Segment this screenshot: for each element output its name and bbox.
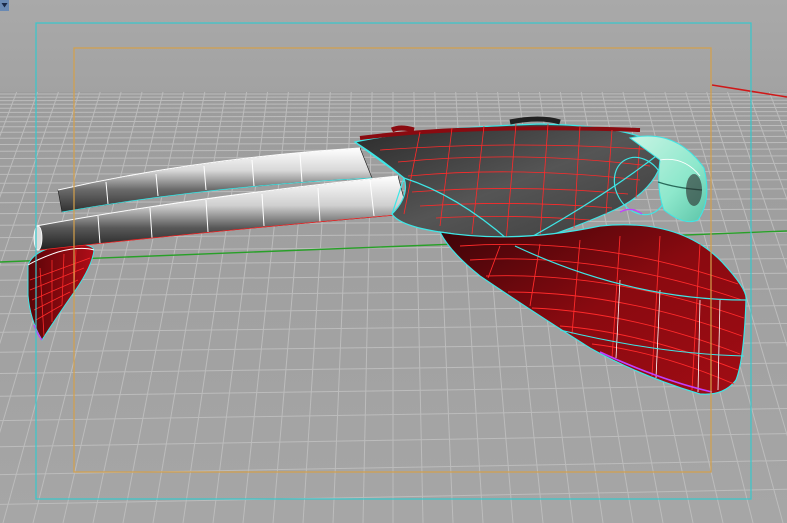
3d-viewport[interactable] [0,0,787,523]
viewport-canvas[interactable] [0,0,787,523]
viewport-menu-icon[interactable] [0,0,9,11]
